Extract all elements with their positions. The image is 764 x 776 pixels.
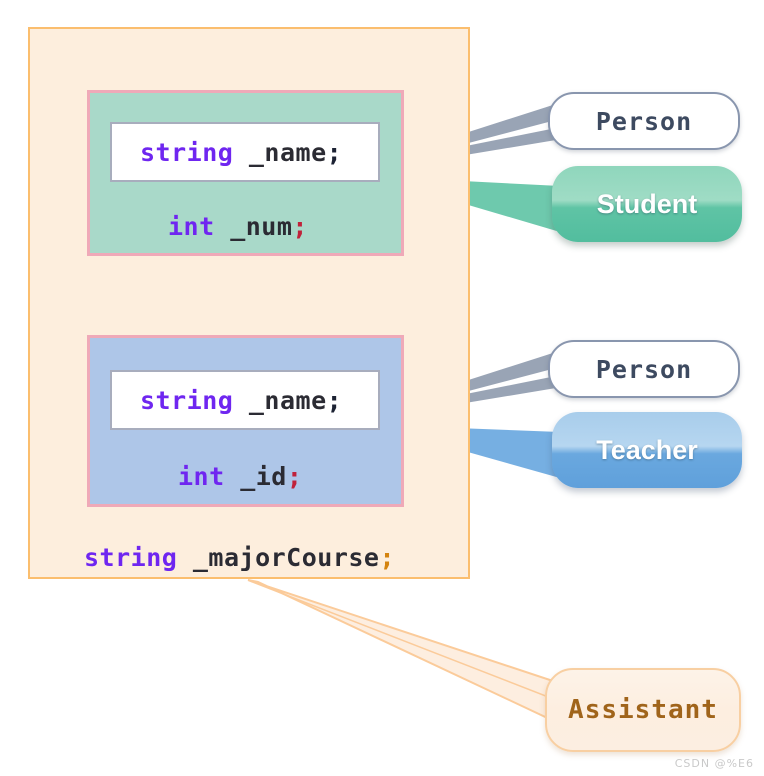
teacher-base-keyword: string bbox=[140, 385, 234, 415]
student-base-identifier: _name bbox=[233, 137, 327, 167]
student-own-semicolon: ; bbox=[292, 212, 308, 241]
label-student[interactable]: Student bbox=[552, 166, 742, 242]
student-base-keyword: string bbox=[140, 137, 234, 167]
label-person-teacher[interactable]: Person bbox=[548, 340, 740, 398]
label-assistant-text: Assistant bbox=[568, 695, 718, 725]
diagram-canvas: string _name; int _num; string _name; in… bbox=[0, 0, 764, 776]
student-base-member-box: string _name; bbox=[110, 122, 380, 182]
teacher-base-member-box: string _name; bbox=[110, 370, 380, 430]
teacher-own-keyword: int bbox=[178, 462, 225, 491]
teacher-base-identifier: _name bbox=[233, 385, 327, 415]
assistant-own-member-text: string _majorCourse; bbox=[84, 543, 395, 572]
student-own-identifier: _num bbox=[214, 212, 293, 241]
student-base-semicolon: ; bbox=[326, 137, 343, 167]
assistant-own-semicolon: ; bbox=[379, 543, 396, 572]
teacher-base-semicolon: ; bbox=[326, 385, 343, 415]
student-base-member-text: string _name; bbox=[112, 138, 342, 167]
assistant-own-keyword: string bbox=[84, 543, 178, 572]
label-assistant[interactable]: Assistant bbox=[545, 668, 741, 752]
student-own-member-text: int _num; bbox=[168, 212, 308, 241]
assistant-own-identifier: _majorCourse bbox=[177, 543, 380, 572]
label-person-student[interactable]: Person bbox=[548, 92, 740, 150]
watermark: CSDN @%E6 bbox=[674, 757, 754, 770]
teacher-base-member-text: string _name; bbox=[112, 386, 342, 415]
connector-assistant bbox=[247, 579, 557, 724]
label-teacher[interactable]: Teacher bbox=[552, 412, 742, 488]
connector-assistant-crease bbox=[249, 580, 557, 701]
teacher-own-identifier: _id bbox=[224, 462, 287, 491]
teacher-own-semicolon: ; bbox=[286, 462, 303, 491]
teacher-own-member-text: int _id; bbox=[178, 462, 302, 491]
label-person-teacher-text: Person bbox=[595, 354, 693, 384]
label-person-student-text: Person bbox=[595, 106, 693, 136]
label-teacher-text: Teacher bbox=[596, 434, 698, 465]
label-student-text: Student bbox=[596, 188, 698, 219]
student-own-keyword: int bbox=[168, 212, 215, 241]
